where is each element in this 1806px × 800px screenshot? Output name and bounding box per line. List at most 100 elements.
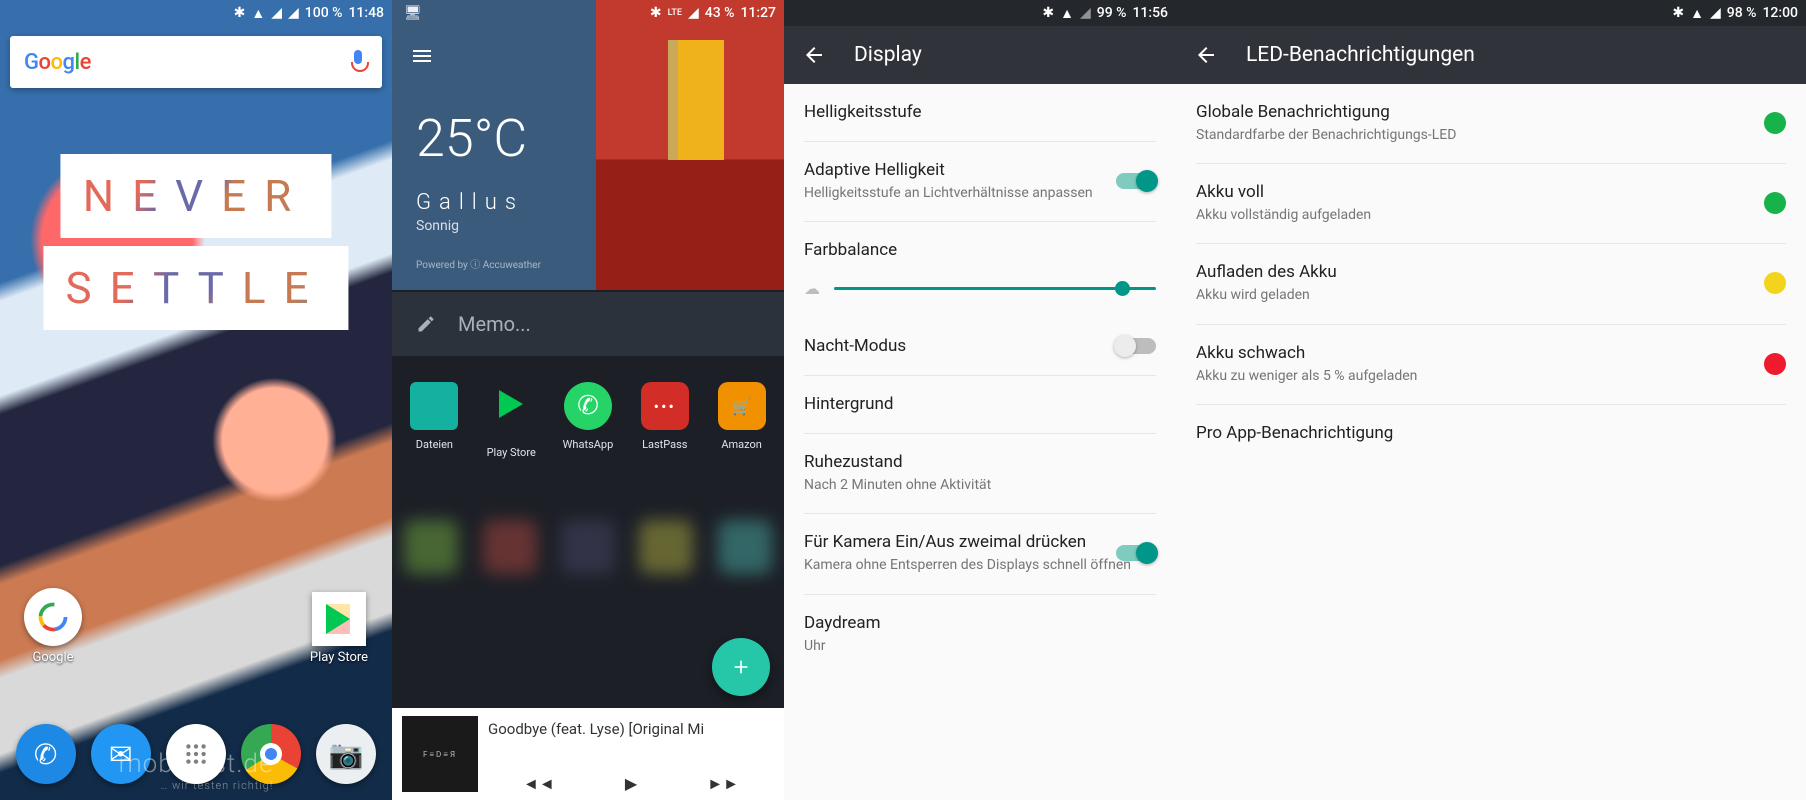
led-color-dot xyxy=(1764,353,1786,375)
clock-text: 12:00 xyxy=(1762,5,1798,21)
folder-label: Google xyxy=(22,650,84,665)
freq-apps-row: Dateien Play Store ✆WhatsApp ••• LastPass 🛒 Am… xyxy=(392,372,784,469)
page-title: Display xyxy=(854,43,922,67)
toggle-switch[interactable] xyxy=(1116,545,1156,561)
toggle-switch[interactable] xyxy=(1116,338,1156,354)
freq-app-lastpass[interactable]: ••• LastPass xyxy=(631,382,699,459)
led-settings: ✱ ▲ ◢ 98 % 12:00 LED-Benachrichtigungen … xyxy=(1176,0,1806,800)
icon-label: Play Store xyxy=(308,650,370,665)
menu-icon[interactable] xyxy=(410,44,434,72)
row-title: Akku schwach xyxy=(1196,343,1786,363)
setting-row[interactable]: Akku vollAkku vollständig aufgeladen xyxy=(1176,164,1806,243)
player-controls: ◄◄ ▶ ►► xyxy=(488,774,774,794)
camera-icon[interactable]: 📷 xyxy=(316,724,376,784)
play-store-icon[interactable]: Play Store xyxy=(308,592,370,665)
setting-row[interactable]: RuhezustandNach 2 Minuten ohne Aktivität xyxy=(784,434,1176,513)
row-title: Adaptive Helligkeit xyxy=(804,160,1156,180)
row-subtitle: Akku zu weniger als 5 % aufgeladen xyxy=(1196,367,1786,385)
setting-row[interactable]: DaydreamUhr xyxy=(784,595,1176,674)
location: Gallus xyxy=(416,190,524,215)
edit-icon xyxy=(416,314,436,334)
settings-list: Helligkeitsstufe Adaptive Helligkeit Helli… xyxy=(784,84,1176,800)
app-label: Amazon xyxy=(708,438,776,451)
row-title: Hintergrund xyxy=(804,394,1156,414)
setting-row[interactable]: Akku schwach Akku zu weniger als 5 % aufg… xyxy=(1176,325,1806,404)
setting-row[interactable]: Hintergrund xyxy=(784,376,1176,433)
wifi-icon: ▲ xyxy=(1060,5,1074,22)
setting-row[interactable]: Pro App-Benachrichtigung xyxy=(1176,405,1806,462)
setting-row[interactable]: Aufladen des AkkuAkku wird geladen xyxy=(1176,244,1806,323)
display-settings: ✱ ▲ ◢ 99 % 11:56 Display Helligkeitsstuf… xyxy=(784,0,1176,800)
device-icon: 🖥 xyxy=(404,5,422,21)
back-icon[interactable] xyxy=(802,43,826,67)
album-art: F≡D≡Я xyxy=(402,716,478,792)
row-subtitle: Kamera ohne Entsperren des Displays schn… xyxy=(804,556,1156,574)
memo-input[interactable]: Memo... xyxy=(392,292,784,356)
wallpaper-text: NEVER SETTLE xyxy=(43,150,348,334)
row-title: Aufladen des Akku xyxy=(1196,262,1786,282)
row-title: Helligkeitsstufe xyxy=(804,102,1156,122)
recent-apps-row xyxy=(392,492,784,602)
add-fab[interactable] xyxy=(712,638,770,696)
freq-app-whatsapp[interactable]: ✆WhatsApp xyxy=(554,382,622,459)
battery-text: 100 % xyxy=(305,5,343,21)
app-icon: 🛒 xyxy=(718,382,766,430)
setting-row[interactable]: Für Kamera Ein/Aus zweimal drückenKamera… xyxy=(784,514,1176,593)
memo-placeholder: Memo... xyxy=(458,312,531,336)
row-subtitle: Helligkeitsstufe an Lichtverhältnisse an… xyxy=(804,184,1156,202)
bluetooth-icon: ✱ xyxy=(234,5,246,21)
watermark: mobi-test.de… wir testen richtig! xyxy=(119,749,274,792)
app-bar: Display xyxy=(784,26,1176,84)
led-color-dot xyxy=(1764,192,1786,214)
next-icon[interactable]: ►► xyxy=(707,774,739,794)
temperature: 25°C xyxy=(416,108,527,169)
homescreen: ✱ ▲ ◢ ◢ 100 % 11:48 Google NEVER SETTLE … xyxy=(0,0,392,800)
track-title: Goodbye (feat. Lyse) [Original Mi xyxy=(488,716,774,738)
weather-attribution: Powered by ⓘ Accuweather xyxy=(416,256,541,271)
led-color-dot xyxy=(1764,112,1786,134)
app-label: Dateien xyxy=(400,438,468,451)
status-bar: ✱ ▲ ◢ 99 % 11:56 xyxy=(784,0,1176,26)
freq-app-play store[interactable]: Play Store xyxy=(477,382,545,459)
play-icon[interactable]: ▶ xyxy=(625,774,637,794)
google-folder[interactable]: Google xyxy=(22,588,84,665)
prev-icon[interactable]: ◄◄ xyxy=(523,774,555,794)
now-playing-widget[interactable]: F≡D≡Я Goodbye (feat. Lyse) [Original Mi … xyxy=(392,708,784,800)
clock-text: 11:27 xyxy=(740,5,776,21)
row-subtitle: Nach 2 Minuten ohne Aktivität xyxy=(804,476,1156,494)
status-bar: ✱ ▲ ◢ 98 % 12:00 xyxy=(1176,0,1806,26)
back-icon[interactable] xyxy=(1194,43,1218,67)
row-title: Globale Benachrichtigung xyxy=(1196,102,1786,122)
row-title: Nacht-Modus xyxy=(804,336,1156,356)
app-icon: ••• xyxy=(641,382,689,430)
cloud-icon: ☁ xyxy=(804,279,820,298)
app-label: WhatsApp xyxy=(554,438,622,451)
row-title: Akku voll xyxy=(1196,182,1786,202)
app-label: LastPass xyxy=(631,438,699,451)
google-search-bar[interactable]: Google xyxy=(10,36,382,88)
voice-search-icon[interactable] xyxy=(348,48,368,76)
app-icon xyxy=(410,382,458,430)
freq-app-dateien[interactable]: Dateien xyxy=(400,382,468,459)
weather-condition: Sonnig xyxy=(416,218,459,234)
signal-icon: ◢ xyxy=(1080,5,1091,21)
row-title: Pro App-Benachrichtigung xyxy=(1196,423,1786,443)
led-color-dot xyxy=(1764,272,1786,294)
status-bar: ✱ ▲ ◢ ◢ 100 % 11:48 xyxy=(0,0,392,26)
app-bar: LED-Benachrichtigungen xyxy=(1176,26,1806,84)
clock-text: 11:56 xyxy=(1132,5,1168,21)
phone-icon[interactable]: ✆ xyxy=(16,724,76,784)
setting-row[interactable]: Globale BenachrichtigungStandardfarbe de… xyxy=(1176,84,1806,163)
setting-row[interactable]: Nacht-Modus xyxy=(784,318,1176,375)
signal-icon-2: ◢ xyxy=(288,5,299,21)
bluetooth-icon: ✱ xyxy=(1042,5,1054,21)
app-label: Play Store xyxy=(477,446,545,459)
freq-app-amazon[interactable]: 🛒 Amazon xyxy=(708,382,776,459)
toggle-switch[interactable] xyxy=(1116,173,1156,189)
setting-row[interactable]: Farbbalance xyxy=(784,222,1176,279)
slider-track[interactable] xyxy=(834,287,1156,290)
setting-row[interactable]: Helligkeitsstufe xyxy=(784,84,1176,141)
color-balance-slider[interactable]: ☁ xyxy=(784,279,1176,318)
row-title: Daydream xyxy=(804,613,1156,633)
setting-row[interactable]: Adaptive Helligkeit Helligkeitsstufe an L… xyxy=(784,142,1176,221)
